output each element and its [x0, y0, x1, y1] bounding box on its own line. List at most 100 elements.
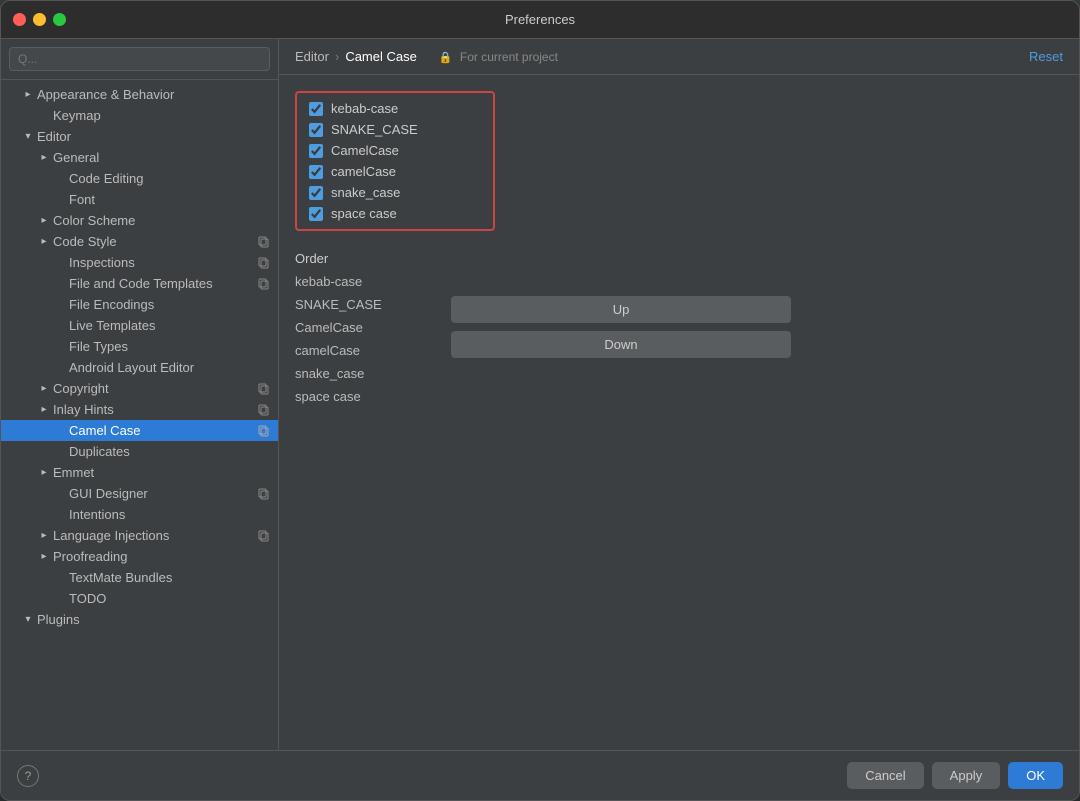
search-input[interactable]: [9, 47, 270, 71]
copy-icon: [258, 404, 270, 416]
checkbox-item-camel-case-lower: camelCase: [309, 164, 481, 179]
bottom-bar: ? Cancel Apply OK: [1, 750, 1079, 800]
chevron-right-icon: [37, 235, 51, 249]
sidebar-item-inlay-hints[interactable]: Inlay Hints: [1, 399, 278, 420]
checkbox-space-case[interactable]: [309, 207, 323, 221]
sidebar-item-keymap[interactable]: Keymap: [1, 105, 278, 126]
checkbox-snake-case-lower[interactable]: [309, 186, 323, 200]
checkbox-item-snake-case-lower: snake_case: [309, 185, 481, 200]
copy-icon: [258, 383, 270, 395]
order-section: Order kebab-case SNAKE_CASE CamelCase ca…: [295, 251, 1063, 406]
sidebar-item-label: File Types: [69, 339, 270, 354]
chevron-down-icon: [21, 130, 35, 144]
checkbox-item-space-case: space case: [309, 206, 481, 221]
sidebar-item-label: Copyright: [53, 381, 258, 396]
sidebar-item-label: Appearance & Behavior: [37, 87, 270, 102]
sidebar-item-language-injections[interactable]: Language Injections: [1, 525, 278, 546]
sidebar-item-label: Android Layout Editor: [69, 360, 270, 375]
checkbox-camel-case-lower[interactable]: [309, 165, 323, 179]
sidebar: Appearance & Behavior Keymap Editor Gene…: [1, 39, 279, 750]
sidebar-item-textmate-bundles[interactable]: TextMate Bundles: [1, 567, 278, 588]
sidebar-item-label: TextMate Bundles: [69, 570, 270, 585]
spacer-icon: [53, 592, 67, 606]
spacer-icon: [53, 319, 67, 333]
sidebar-item-code-style[interactable]: Code Style: [1, 231, 278, 252]
checkbox-camel-case-upper[interactable]: [309, 144, 323, 158]
close-button[interactable]: [13, 13, 26, 26]
spacer-icon: [53, 172, 67, 186]
checkbox-kebab-case[interactable]: [309, 102, 323, 116]
checkbox-item-kebab-case: kebab-case: [309, 101, 481, 116]
sidebar-item-plugins[interactable]: Plugins: [1, 609, 278, 630]
sidebar-item-general[interactable]: General: [1, 147, 278, 168]
sidebar-item-editor[interactable]: Editor: [1, 126, 278, 147]
copy-icon: [258, 236, 270, 248]
checkbox-label: CamelCase: [331, 143, 399, 158]
sidebar-item-label: General: [53, 150, 270, 165]
chevron-right-icon: [37, 466, 51, 480]
sidebar-item-camel-case[interactable]: Camel Case: [1, 420, 278, 441]
sidebar-item-copyright[interactable]: Copyright: [1, 378, 278, 399]
sidebar-item-android-layout-editor[interactable]: Android Layout Editor: [1, 357, 278, 378]
spacer-icon: [37, 109, 51, 123]
ok-button[interactable]: OK: [1008, 762, 1063, 789]
breadcrumb-current: Camel Case: [345, 49, 417, 64]
sidebar-item-duplicates[interactable]: Duplicates: [1, 441, 278, 462]
checkbox-label: space case: [331, 206, 397, 221]
sidebar-item-todo[interactable]: TODO: [1, 588, 278, 609]
spacer-icon: [53, 298, 67, 312]
sidebar-item-file-types[interactable]: File Types: [1, 336, 278, 357]
order-content: kebab-case SNAKE_CASE CamelCase camelCas…: [295, 272, 1063, 406]
checkbox-group: kebab-case SNAKE_CASE CamelCase camelCas…: [295, 91, 495, 231]
sidebar-item-label: Editor: [37, 129, 270, 144]
sidebar-item-label: Code Style: [53, 234, 258, 249]
sidebar-item-label: Inspections: [69, 255, 258, 270]
sidebar-item-label: Camel Case: [69, 423, 258, 438]
sidebar-item-appearance[interactable]: Appearance & Behavior: [1, 84, 278, 105]
sidebar-item-gui-designer[interactable]: GUI Designer: [1, 483, 278, 504]
panel-body: kebab-case SNAKE_CASE CamelCase camelCas…: [279, 75, 1079, 750]
checkbox-item-snake-case-upper: SNAKE_CASE: [309, 122, 481, 137]
chevron-right-icon: [37, 403, 51, 417]
sidebar-item-label: Keymap: [53, 108, 270, 123]
sidebar-item-emmet[interactable]: Emmet: [1, 462, 278, 483]
spacer-icon: [53, 424, 67, 438]
sidebar-item-proofreading[interactable]: Proofreading: [1, 546, 278, 567]
minimize-button[interactable]: [33, 13, 46, 26]
checkbox-label: snake_case: [331, 185, 400, 200]
maximize-button[interactable]: [53, 13, 66, 26]
spacer-icon: [53, 445, 67, 459]
help-button[interactable]: ?: [17, 765, 39, 787]
sidebar-item-font[interactable]: Font: [1, 189, 278, 210]
spacer-icon: [53, 256, 67, 270]
sidebar-item-inspections[interactable]: Inspections: [1, 252, 278, 273]
copy-icon: [258, 530, 270, 542]
sidebar-item-label: Live Templates: [69, 318, 270, 333]
main-content: Appearance & Behavior Keymap Editor Gene…: [1, 39, 1079, 750]
sidebar-item-live-templates[interactable]: Live Templates: [1, 315, 278, 336]
traffic-lights: [13, 13, 66, 26]
sidebar-item-file-encodings[interactable]: File Encodings: [1, 294, 278, 315]
sidebar-item-intentions[interactable]: Intentions: [1, 504, 278, 525]
cancel-button[interactable]: Cancel: [847, 762, 923, 789]
right-panel: Editor › Camel Case 🔒 For current projec…: [279, 39, 1079, 750]
spacer-icon: [53, 277, 67, 291]
up-button[interactable]: Up: [451, 296, 791, 323]
order-list-item: CamelCase: [295, 318, 435, 337]
sidebar-item-file-code-templates[interactable]: File and Code Templates: [1, 273, 278, 294]
breadcrumb-parent: Editor: [295, 49, 329, 64]
down-button[interactable]: Down: [451, 331, 791, 358]
reset-button[interactable]: Reset: [1029, 49, 1063, 64]
spacer-icon: [53, 340, 67, 354]
sidebar-item-label: Font: [69, 192, 270, 207]
sidebar-item-color-scheme[interactable]: Color Scheme: [1, 210, 278, 231]
checkbox-snake-case-upper[interactable]: [309, 123, 323, 137]
order-label: Order: [295, 251, 1063, 266]
apply-button[interactable]: Apply: [932, 762, 1001, 789]
order-list: kebab-case SNAKE_CASE CamelCase camelCas…: [295, 272, 435, 406]
chevron-right-icon: [37, 529, 51, 543]
sidebar-item-code-editing[interactable]: Code Editing: [1, 168, 278, 189]
sidebar-item-label: File and Code Templates: [69, 276, 258, 291]
bottom-buttons: Cancel Apply OK: [847, 762, 1063, 789]
sidebar-item-label: Proofreading: [53, 549, 270, 564]
